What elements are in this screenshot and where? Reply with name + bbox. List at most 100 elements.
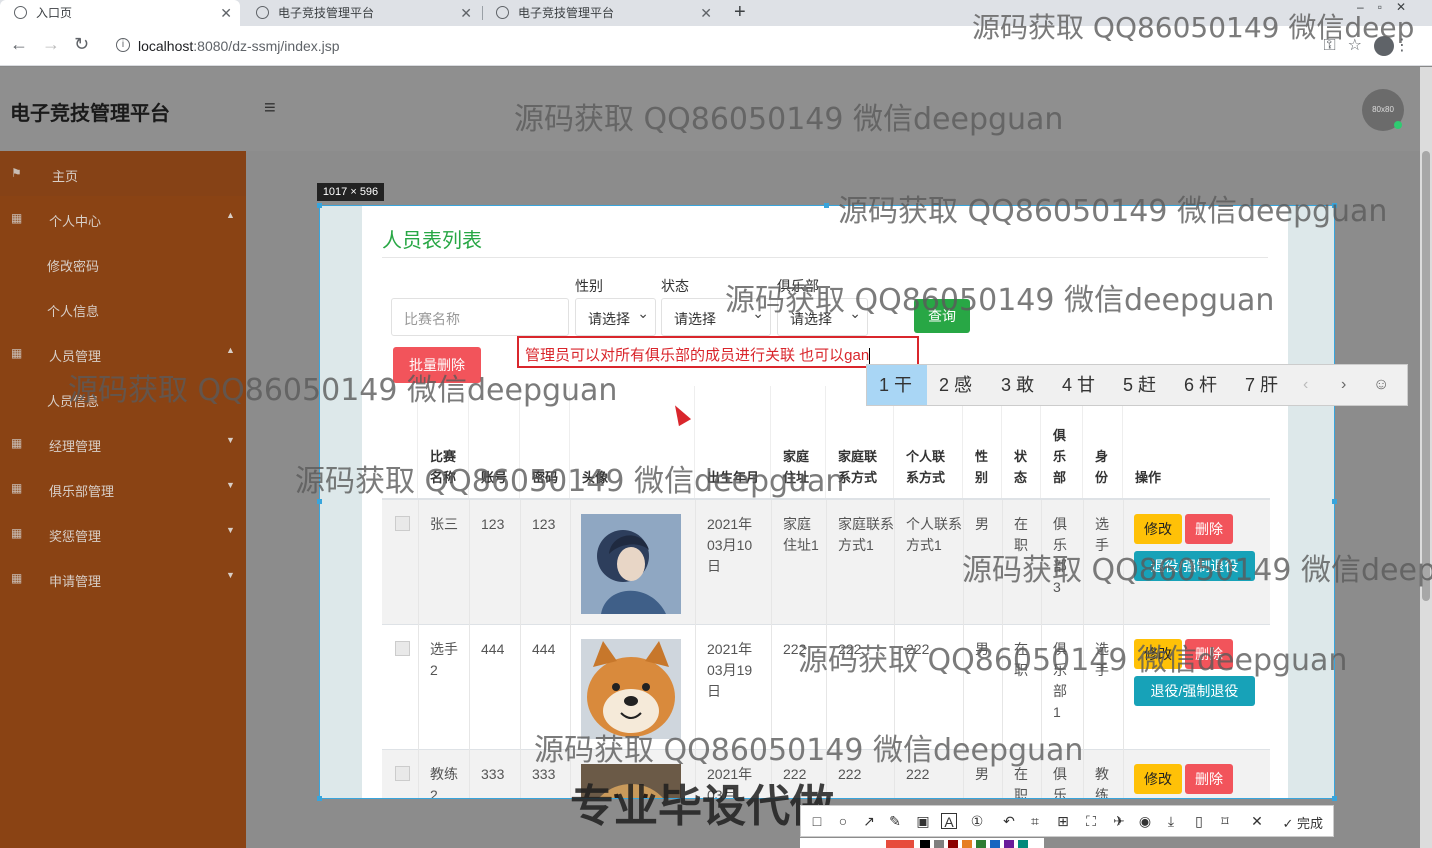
resize-handle[interactable] [317,203,322,208]
scan-icon[interactable]: ⛶ [1083,813,1099,829]
sidebar: ⚑ 主页 ▦ 个人中心 ▲ 修改密码 个人信息 ▦ 人员管理 ▲ 人员信息 ▦ … [0,151,246,848]
sidebar-item-home[interactable]: ⚑ 主页 [0,151,246,196]
retire-button[interactable]: 退役/强制退役 [1134,676,1255,706]
bookmark-icon[interactable]: ⌑ [1217,813,1233,829]
text-tool-icon[interactable]: A [941,813,957,830]
sidebar-item-reward-management[interactable]: ▦ 奖惩管理 ▼ [0,511,246,556]
column-header-label: 性别 [975,449,989,485]
capture-size-label: 1017 × 596 [317,183,384,201]
url-host: localhost [138,38,194,54]
cell-club: 俱乐 [1053,766,1067,799]
color-swatch[interactable] [948,840,958,848]
sidebar-item-label: 申请管理 [49,574,102,589]
flag-icon: ⚑ [11,166,22,180]
delete-button[interactable]: 删除 [1185,764,1233,794]
row-checkbox[interactable] [395,516,410,531]
avatar[interactable]: 80x80 [1362,89,1404,131]
pen-tool-icon[interactable]: ✎ [887,813,903,829]
column-header-label: 身份 [1095,449,1109,485]
number-tool-icon[interactable]: ① [969,813,985,829]
sidebar-item-application-management[interactable]: ▦ 申请管理 ▼ [0,556,246,601]
cell-role: 教练 [1095,766,1109,799]
resize-handle[interactable] [824,203,829,208]
ime-candidate[interactable]: 3 敢 [989,365,1046,405]
candidate-text: 敢 [1016,375,1035,395]
browser-tab-entry[interactable]: 入口页 ✕ [0,0,240,26]
ime-candidate[interactable]: 7 肝 [1233,365,1290,405]
color-swatch[interactable] [1018,840,1028,848]
rectangle-tool-icon[interactable]: □ [809,813,825,829]
ime-candidate[interactable]: 6 杆 [1172,365,1229,405]
sidebar-item-change-password[interactable]: 修改密码 [0,241,246,286]
ime-candidate[interactable]: 4 甘 [1050,365,1107,405]
ellipse-tool-icon[interactable]: ○ [835,813,851,829]
scrollbar-thumb[interactable] [1422,151,1430,601]
emoji-icon[interactable]: ☺ [1373,365,1389,405]
new-tab-button[interactable]: + [734,0,746,24]
forward-arrow-icon[interactable]: → [42,34,60,55]
color-swatch[interactable] [976,840,986,848]
close-icon[interactable]: ✕ [1249,813,1265,829]
sidebar-item-personal-info[interactable]: 个人信息 [0,286,246,331]
sidebar-item-manager-management[interactable]: ▦ 经理管理 ▼ [0,421,246,466]
color-swatch[interactable] [962,840,972,848]
grid-icon: ▦ [11,571,23,585]
done-button[interactable]: ✓ 完成 [1282,813,1323,832]
edit-button[interactable]: 修改 [1134,764,1182,794]
color-swatch[interactable] [920,840,930,848]
cell-account: 333 [481,766,505,782]
resize-handle[interactable] [1332,499,1337,504]
mosaic-tool-icon[interactable]: ▣ [915,813,931,829]
ime-candidate[interactable]: 5 赶 [1111,365,1168,405]
browser-tab-platform-2[interactable]: 电子竞技管理平台 ✕ [482,0,720,26]
watermark-text: 源码获取 QQ86050149 微信deepguan [514,102,1064,137]
cell-account: 444 [481,641,505,657]
ime-candidate[interactable]: 2 感 [927,365,984,405]
info-icon[interactable]: i [116,38,130,52]
dog-photo [581,639,681,739]
row-checkbox[interactable] [395,766,410,781]
match-name-input[interactable]: 比赛名称 [391,298,569,336]
row-checkbox[interactable] [395,641,410,656]
edit-button[interactable]: 修改 [1134,514,1182,544]
caret-down-icon: ▼ [226,435,235,445]
close-icon[interactable]: ✕ [700,0,712,26]
color-swatch[interactable] [934,840,944,848]
sidebar-item-club-management[interactable]: ▦ 俱乐部管理 ▼ [0,466,246,511]
color-swatch[interactable] [886,840,914,848]
grid-line [520,500,521,798]
candidate-text: 干 [894,375,913,395]
chevron-left-icon[interactable]: ‹ [1303,365,1308,405]
sidebar-item-personal-center[interactable]: ▦ 个人中心 ▲ [0,196,246,241]
undo-icon[interactable]: ↶ [1001,813,1017,829]
candidate-number: 6 [1184,375,1195,395]
color-swatch[interactable] [1004,840,1014,848]
crop-icon[interactable]: ⌗ [1027,813,1043,829]
hamburger-icon[interactable]: ≡ [264,97,276,120]
pin-icon[interactable]: ✈ [1111,813,1127,829]
back-arrow-icon[interactable]: ← [10,34,28,55]
download-icon[interactable]: ⤓ [1163,813,1179,829]
close-icon[interactable]: ✕ [460,0,472,26]
color-swatch[interactable] [990,840,1000,848]
arrow-tool-icon[interactable]: ↗ [861,813,877,829]
record-icon[interactable]: ◉ [1137,813,1153,829]
close-icon[interactable]: ✕ [220,0,232,26]
resize-handle[interactable] [317,796,322,801]
chevron-right-icon[interactable]: › [1341,365,1346,405]
caret-down-icon: ▼ [226,525,235,535]
mobile-icon[interactable]: ▯ [1191,813,1207,829]
ime-candidate[interactable]: 1 干 [867,365,927,405]
ocr-icon[interactable]: ⊞ [1055,813,1071,829]
annotation-text-box[interactable]: 管理员可以对所有俱乐部的成员进行关联 也可以gan [517,336,919,368]
gender-select[interactable]: 请选择 [575,298,656,336]
resize-handle[interactable] [1332,796,1337,801]
browser-tab-platform-1[interactable]: 电子竞技管理平台 ✕ [242,0,480,26]
reload-icon[interactable]: ↻ [74,34,89,55]
sidebar-item-label: 奖惩管理 [49,529,102,544]
delete-button[interactable]: 删除 [1185,514,1233,544]
page-scrollbar[interactable] [1420,67,1432,848]
watermark-text: 源码获取 QQ86050149 微信deepguan [68,373,618,408]
candidate-number: 2 [939,375,950,395]
grid-line [418,500,419,798]
